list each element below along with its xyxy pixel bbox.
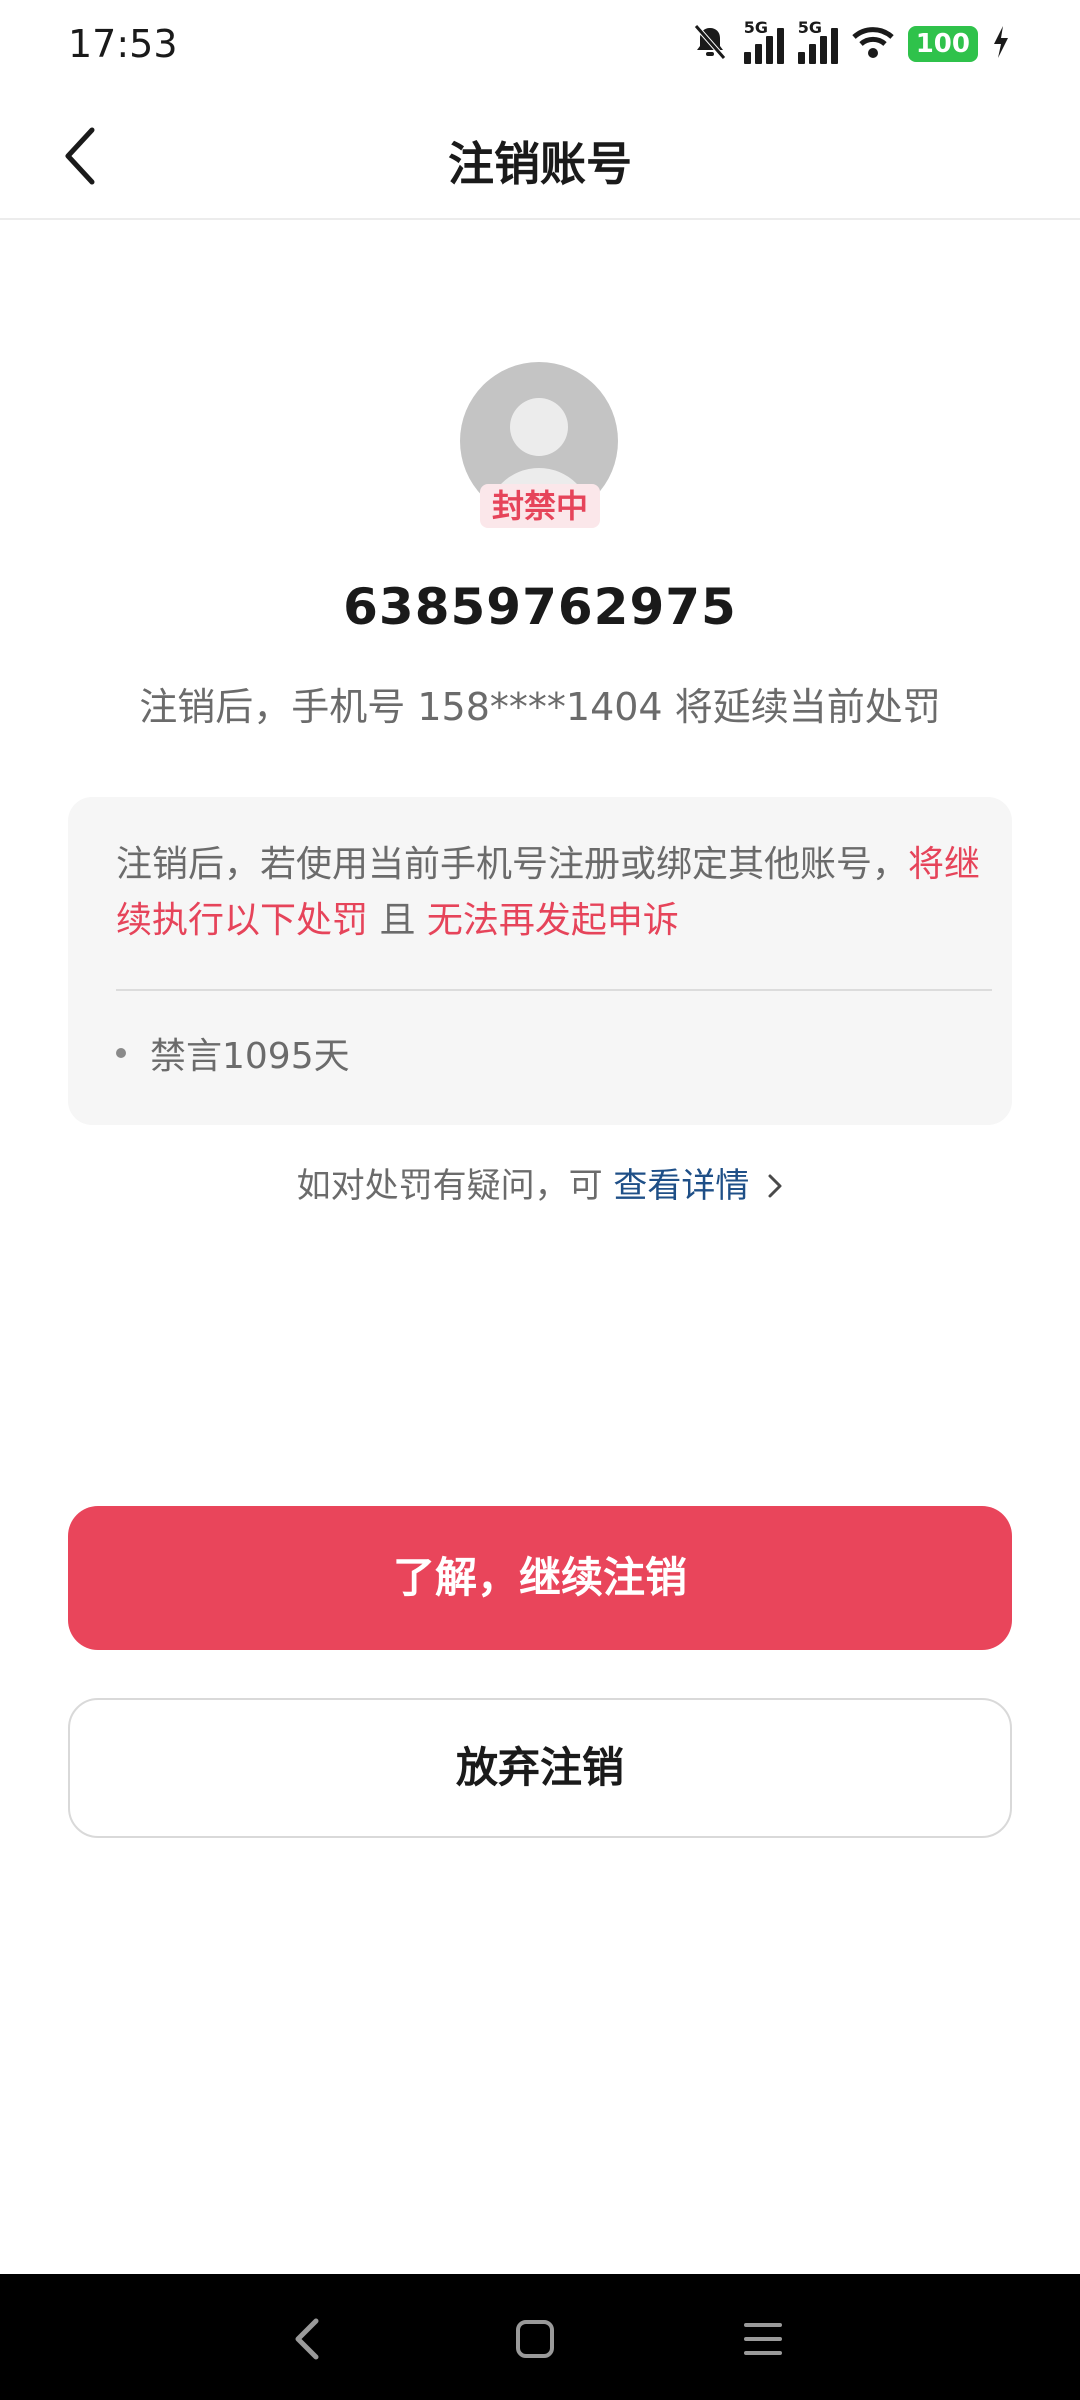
view-details-link[interactable]: 查看详情 <box>613 1166 749 1206</box>
status-time: 17:53 <box>68 22 178 66</box>
mute-bell-icon <box>690 22 730 66</box>
status-badge: 封禁中 <box>480 484 600 528</box>
warning-text-part2: 且 <box>368 900 427 941</box>
signal-sim2-icon: 5G <box>797 18 838 64</box>
signal-sim1-icon: 5G <box>743 18 784 64</box>
screen: 17:53 5G 5G 100 注销账号 封禁中 63859762975 注销后… <box>0 0 1080 2400</box>
divider <box>116 989 992 991</box>
bullet-icon <box>116 1048 126 1058</box>
nav-back-button[interactable] <box>272 2304 342 2374</box>
system-nav-bar <box>0 2274 1080 2400</box>
warning-text-part1: 注销后，若使用当前手机号注册或绑定其他账号， <box>116 844 909 885</box>
appeal-prefix: 如对处罚有疑问，可 <box>296 1166 614 1206</box>
user-id: 63859762975 <box>343 578 737 636</box>
nav-home-icon <box>516 2320 554 2358</box>
nav-home-button[interactable] <box>500 2304 570 2374</box>
penalty-label: 禁言1095天 <box>150 1036 350 1077</box>
wifi-icon <box>852 25 894 63</box>
page-title: 注销账号 <box>448 137 632 191</box>
nav-menu-button[interactable] <box>728 2304 798 2374</box>
phone-penalty-note: 注销后，手机号 158****1404 将延续当前处罚 <box>139 685 941 729</box>
battery-level: 100 <box>907 26 978 62</box>
status-bar: 17:53 5G 5G 100 <box>0 0 1080 92</box>
penalty-warning-text: 注销后，若使用当前手机号注册或绑定其他账号，将继续执行以下处罚 且 无法再发起申… <box>116 837 986 949</box>
avatar-block: 封禁中 <box>460 362 620 532</box>
abandon-cancellation-button[interactable]: 放弃注销 <box>68 1698 1012 1838</box>
continue-cancel-account-button[interactable]: 了解，继续注销 <box>68 1506 1012 1650</box>
warning-highlight-no-appeal: 无法再发起申诉 <box>426 900 679 941</box>
status-icons: 5G 5G 100 <box>690 18 1010 66</box>
nav-back-icon <box>295 2318 319 2360</box>
penalty-list-item: 禁言1095天 <box>116 1027 350 1079</box>
chevron-right-icon[interactable] <box>767 1168 783 1208</box>
charging-icon <box>992 26 1010 62</box>
header: 注销账号 <box>0 92 1080 220</box>
penalty-info-card: 注销后，若使用当前手机号注册或绑定其他账号，将继续执行以下处罚 且 无法再发起申… <box>68 797 1012 1125</box>
avatar-head-shape <box>510 398 568 456</box>
appeal-line: 如对处罚有疑问，可 查看详情 <box>0 1158 1080 1208</box>
nav-menu-icon <box>744 2323 782 2355</box>
